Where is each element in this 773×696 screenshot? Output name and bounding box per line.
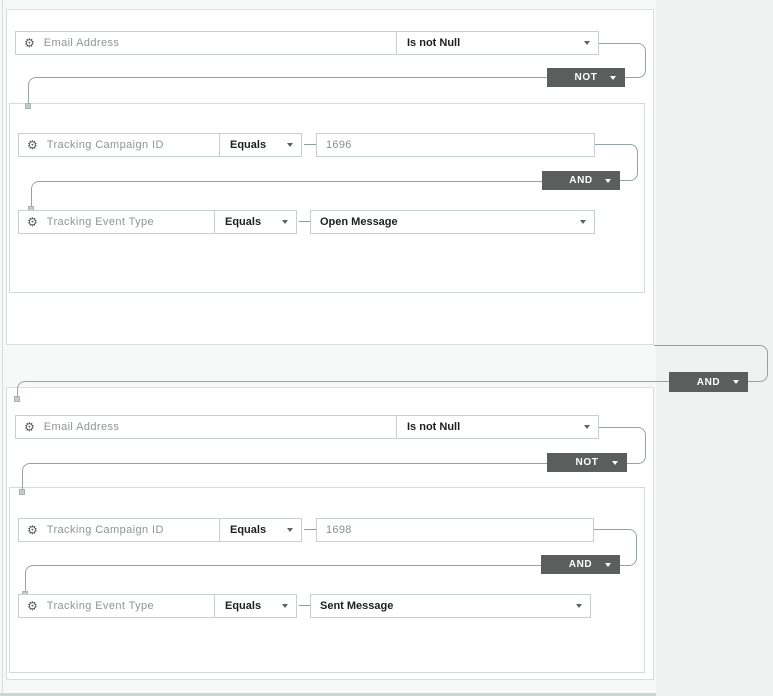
value-select-event-1[interactable]: Open Message [310, 210, 595, 234]
not-label: NOT [576, 457, 599, 468]
field-label: Email Address [44, 37, 120, 49]
value-select-event-2[interactable]: Sent Message [310, 594, 591, 618]
chevron-down-icon [584, 41, 590, 45]
and-toggle-button-2[interactable]: AND [541, 555, 620, 574]
connector-handle [25, 103, 31, 109]
field-chip-campaign-2[interactable]: ⚙ Tracking Campaign ID [18, 518, 220, 542]
chevron-down-icon [282, 220, 288, 224]
operator-select-campaign-2[interactable]: Equals [219, 518, 302, 542]
chevron-down-icon [584, 425, 590, 429]
chevron-down-icon [287, 528, 293, 532]
connector-handle [14, 396, 20, 402]
chevron-down-icon [580, 220, 586, 224]
operator-label: Equals [225, 216, 261, 228]
chevron-down-icon [612, 461, 618, 465]
field-label: Tracking Campaign ID [47, 139, 164, 151]
gear-icon: ⚙ [27, 524, 38, 536]
gear-icon: ⚙ [24, 421, 35, 433]
connector-line [25, 565, 541, 593]
chevron-down-icon [287, 143, 293, 147]
connector-line [22, 463, 548, 491]
operator-select-event-2[interactable]: Equals [214, 594, 297, 618]
operator-select-email-1[interactable]: Is not Null [396, 31, 599, 55]
field-chip-event-1[interactable]: ⚙ Tracking Event Type [18, 210, 215, 234]
value-text: 1698 [326, 524, 352, 536]
operator-label: Is not Null [407, 37, 460, 49]
and-label: AND [569, 175, 592, 186]
connector-dash [304, 529, 316, 530]
gear-icon: ⚙ [27, 139, 38, 151]
gear-icon: ⚙ [27, 216, 38, 228]
connector-handle [19, 489, 25, 495]
and-label: AND [569, 559, 592, 570]
group-combiner-and-button[interactable]: AND [669, 372, 748, 392]
chevron-down-icon [733, 380, 739, 384]
operator-label: Equals [230, 524, 266, 536]
gear-icon: ⚙ [24, 37, 35, 49]
field-chip-campaign-1[interactable]: ⚙ Tracking Campaign ID [18, 133, 220, 157]
field-chip-email-1[interactable]: ⚙ Email Address [15, 31, 397, 55]
connector-dash [299, 605, 310, 606]
value-text: 1696 [326, 139, 352, 151]
field-chip-email-2[interactable]: ⚙ Email Address [15, 415, 397, 439]
not-toggle-button-1[interactable]: NOT [547, 68, 625, 87]
operator-select-email-2[interactable]: Is not Null [396, 415, 599, 439]
connector-line [17, 381, 669, 398]
chevron-down-icon [610, 76, 616, 80]
connector-dash [304, 144, 316, 145]
chevron-down-icon [576, 604, 582, 608]
operator-label: Is not Null [407, 421, 460, 433]
value-text: Open Message [320, 216, 398, 228]
operator-select-event-1[interactable]: Equals [214, 210, 297, 234]
field-chip-event-2[interactable]: ⚙ Tracking Event Type [18, 594, 215, 618]
not-label: NOT [575, 72, 598, 83]
connector-line [31, 181, 542, 208]
and-label: AND [697, 377, 720, 388]
connector-dash [299, 221, 310, 222]
operator-label: Equals [230, 139, 266, 151]
value-input-campaign-2[interactable]: 1698 [316, 518, 594, 542]
value-input-campaign-1[interactable]: 1696 [316, 133, 595, 157]
chevron-down-icon [605, 563, 611, 567]
value-text: Sent Message [320, 600, 393, 612]
operator-select-campaign-1[interactable]: Equals [219, 133, 302, 157]
chevron-down-icon [282, 604, 288, 608]
operator-label: Equals [225, 600, 261, 612]
chevron-down-icon [605, 179, 611, 183]
gear-icon: ⚙ [27, 600, 38, 612]
field-label: Email Address [44, 421, 120, 433]
field-label: Tracking Event Type [47, 216, 154, 228]
not-toggle-button-2[interactable]: NOT [547, 453, 627, 472]
and-toggle-button-1[interactable]: AND [542, 171, 620, 190]
filter-builder-page: ⚙ Email Address Is not Null NOT ⚙ Tracki… [0, 0, 773, 696]
field-label: Tracking Campaign ID [47, 524, 164, 536]
field-label: Tracking Event Type [47, 600, 154, 612]
connector-line [28, 77, 548, 104]
outer-group-left-border [2, 0, 3, 693]
